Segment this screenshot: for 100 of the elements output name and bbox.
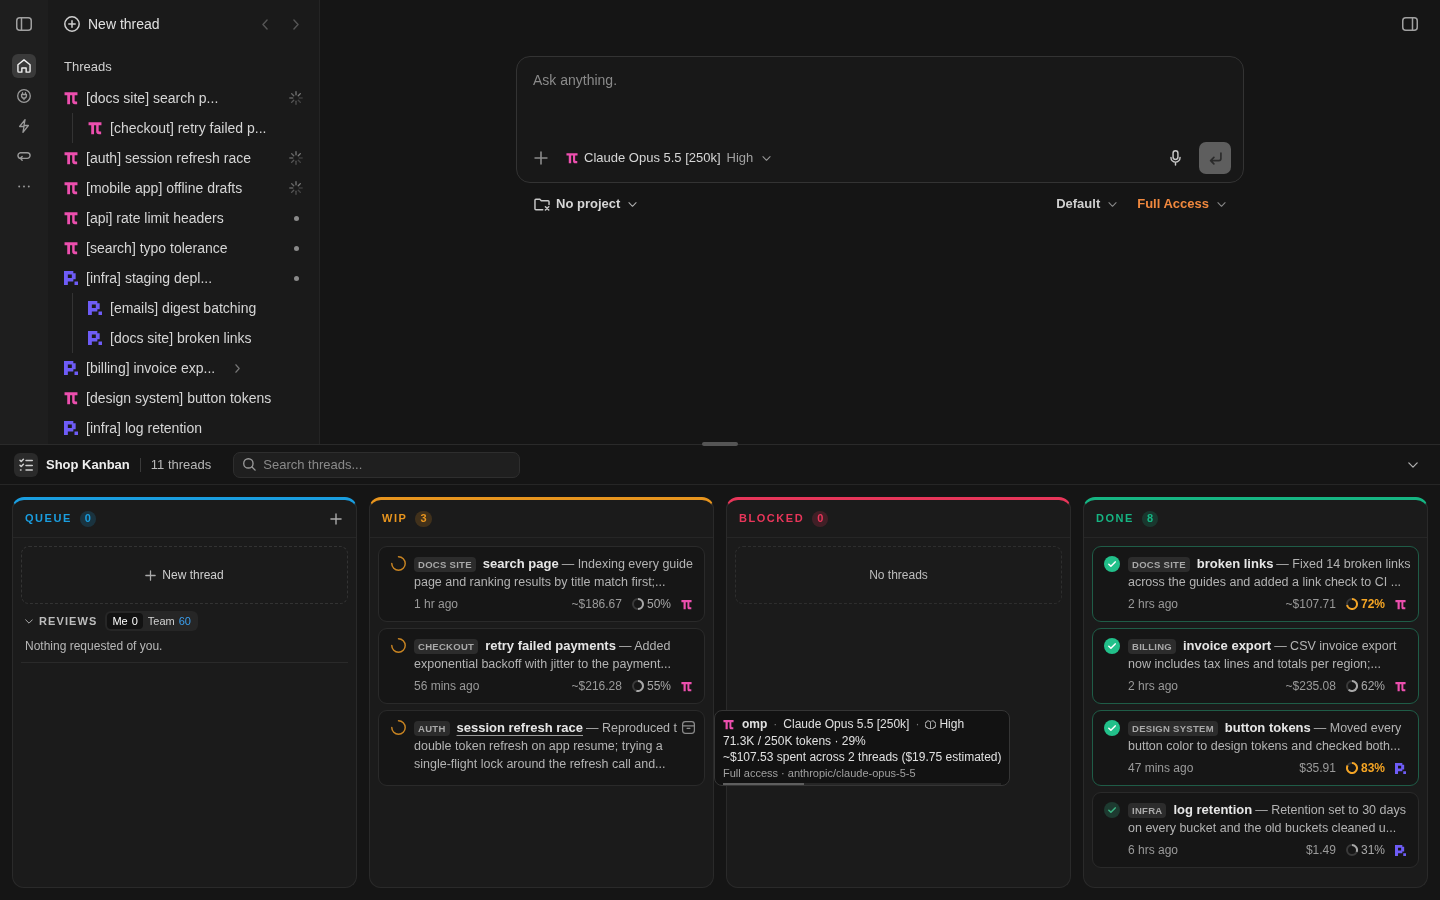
drop-zone[interactable]: No threads (735, 546, 1062, 604)
reviews-toggle[interactable]: REVIEWS (25, 612, 98, 630)
summary-text: exponential backoff with jitter to the payment... (414, 655, 672, 673)
usage-percent: 31% (1360, 842, 1385, 859)
count-badge: 3 (415, 510, 432, 527)
summary-text: now includes tax lines and totals per region;... (1128, 655, 1382, 673)
section-heading: Threads (64, 58, 113, 77)
thread-item[interactable]: [search] typo tolerance (64, 233, 305, 263)
pixel-p-icon (88, 331, 102, 345)
home-icon[interactable] (17, 59, 31, 73)
chevron-down-icon[interactable] (628, 201, 638, 207)
mode-picker[interactable]: Default (1056, 194, 1118, 214)
loading-spinner-icon (289, 151, 303, 165)
usage-percent: 83% (1360, 760, 1385, 777)
microphone-icon[interactable] (1170, 150, 1181, 166)
loop-arrows-icon[interactable] (17, 149, 31, 163)
chevron-down-icon[interactable] (25, 618, 33, 624)
folder-x-icon[interactable] (534, 197, 550, 211)
model-picker[interactable]: Claude Opus 5.5 [250k] High (566, 148, 772, 168)
thread-card[interactable]: DOCS SITE broken links — Fixed 14 broken links across the guides and added a link check to CI ... 2 hrs ago ~$107.71 72% (1092, 546, 1419, 622)
summary-text: page and ranking results by title match first;... (414, 573, 667, 591)
thread-item[interactable]: [docs site] broken links (88, 323, 305, 353)
usage-percent: 62% (1360, 678, 1385, 695)
cost-label: ~$235.08 (1285, 678, 1336, 695)
thread-card[interactable]: CHECKOUT retry failed payments — Added exponential backoff with jitter to the payment... 56 mins ago ~$216.28 55% (378, 628, 705, 704)
plus-icon[interactable] (145, 569, 157, 581)
thread-item[interactable]: [checkout] retry failed p... (88, 113, 305, 143)
cost-label: $1.49 (1305, 842, 1336, 859)
card-title[interactable]: log retention (1173, 800, 1253, 820)
thread-card[interactable]: AUTH session refresh race — Reproduced t double token refresh on app resume; trying a single-flight lock around the refresh call and... (378, 710, 705, 786)
thread-item[interactable]: [infra] staging depl... (64, 263, 305, 293)
thread-item[interactable]: [docs site] search p... (64, 83, 305, 113)
time-label: 1 hr ago (414, 596, 459, 613)
check-circle-icon (1104, 720, 1120, 736)
card-title[interactable]: button tokens (1224, 718, 1311, 738)
time-label: 47 mins ago (1128, 760, 1194, 777)
access-picker[interactable]: Full Access (1137, 194, 1226, 214)
cost-label: $35.91 (1299, 760, 1336, 777)
thread-card[interactable]: INFRA log retention — Retention set to 30 days on every bucket and the old buckets cleaned u... 6 hrs ago $1.49 31% (1092, 792, 1419, 868)
thread-card[interactable]: BILLING invoice export — CSV invoice export now includes tax lines and totals per region;... 2 hrs ago ~$235.08 62% (1092, 628, 1419, 704)
more-icon[interactable] (18, 184, 30, 188)
filter-tab[interactable]: Me 0 (107, 613, 143, 629)
lightning-icon[interactable] (17, 119, 31, 133)
chevron-down-icon[interactable] (762, 155, 772, 161)
panel-toggle-icon[interactable] (1402, 17, 1418, 31)
chevron-down-icon[interactable] (1108, 201, 1118, 207)
board-menu-button[interactable] (14, 452, 38, 477)
thread-item[interactable]: [api] rate limit headers (64, 203, 305, 233)
chevron-down-icon[interactable] (1217, 201, 1226, 207)
column-title: DONE (1096, 511, 1134, 527)
pi-symbol-icon (64, 391, 78, 405)
thread-item[interactable]: [billing] invoice exp... (64, 353, 305, 383)
add-thread-icon[interactable] (330, 512, 342, 525)
resize-handle[interactable] (702, 442, 738, 446)
card-title[interactable]: search page (482, 554, 559, 574)
thread-item[interactable]: [infra] log retention (64, 413, 305, 443)
archive-icon[interactable] (682, 721, 695, 734)
card-title[interactable]: broken links (1196, 554, 1274, 574)
pi-symbol-icon (723, 718, 734, 730)
search-input[interactable]: Search threads... (263, 455, 520, 474)
thread-item[interactable]: [mobile app] offline drafts (64, 173, 305, 203)
summary-text: — Indexing every guide (561, 555, 693, 573)
category-tag: DOCS SITE (414, 556, 476, 572)
summary-text: — Retention set to 30 days (1255, 801, 1406, 819)
project-picker[interactable]: No project (534, 194, 638, 214)
nav-button[interactable] (12, 54, 36, 78)
plus-icon[interactable] (534, 151, 548, 165)
usage-ring-icon (1345, 598, 1358, 610)
card-title[interactable]: invoice export (1183, 636, 1272, 656)
filter-tab[interactable]: Team 60 (142, 613, 196, 629)
pi-symbol-icon (64, 181, 78, 195)
plug-icon[interactable] (17, 89, 31, 103)
pixel-p-icon (64, 361, 78, 375)
thread-card[interactable]: DESIGN SYSTEM button tokens — Moved every button color to design tokens and checked both... 47 mins ago $35.91 83% (1092, 710, 1419, 786)
thread-card[interactable]: DOCS SITE search page — Indexing every guide page and ranking results by title match first;... 1 hr ago ~$186.67 50% (378, 546, 705, 622)
checklist-icon[interactable] (19, 458, 33, 471)
thread-item[interactable]: [design system] button tokens (64, 383, 305, 413)
model-name: Claude Opus 5.5 [250k] (783, 716, 910, 733)
usage-percent: 72% (1360, 596, 1385, 613)
card-title[interactable]: retry failed payments (485, 636, 616, 656)
message-input[interactable]: Ask anything. (517, 57, 1243, 134)
pixel-p-icon (1395, 844, 1406, 856)
pi-symbol-icon (88, 121, 102, 135)
thread-item[interactable]: [emails] digest batching (88, 293, 305, 323)
plus-circle-icon[interactable] (64, 16, 80, 32)
pi-symbol-icon (566, 152, 578, 164)
search-field[interactable]: Search threads... (233, 451, 521, 478)
new-thread-button[interactable]: New thread (21, 546, 348, 604)
category-tag: CHECKOUT (414, 638, 479, 654)
category-tag: DOCS SITE (1128, 556, 1190, 572)
message-composer[interactable]: Ask anything. Claude Opus 5.5 [250k] High (516, 56, 1244, 183)
sidebar-toggle-icon[interactable] (16, 17, 32, 31)
chevron-down-icon[interactable] (1408, 461, 1418, 468)
check-circle-icon (1104, 802, 1120, 818)
chevron-right-icon[interactable] (235, 363, 241, 373)
pi-symbol-icon (1395, 680, 1406, 692)
new-thread-button[interactable]: New thread (64, 13, 160, 35)
card-title[interactable]: session refresh race (456, 718, 583, 738)
thread-item[interactable]: [auth] session refresh race (64, 143, 305, 173)
send-button[interactable] (1199, 142, 1231, 174)
